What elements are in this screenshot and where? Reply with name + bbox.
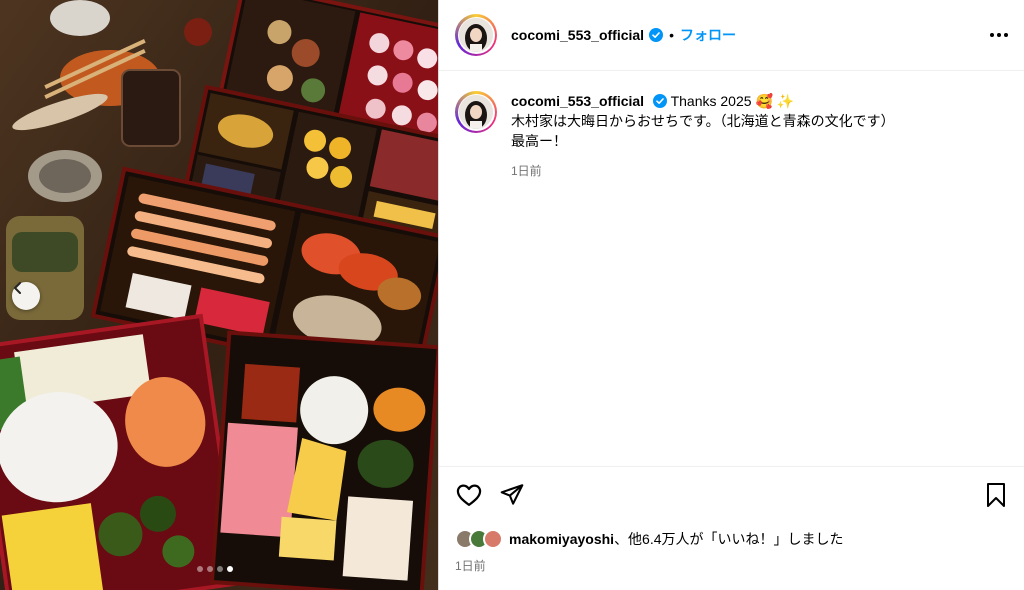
- chevron-left-icon: [14, 282, 21, 294]
- heart-icon: [456, 484, 482, 506]
- carousel-dot: [227, 566, 233, 572]
- post-photo[interactable]: [0, 0, 438, 590]
- more-horizontal-icon: [990, 33, 994, 37]
- caption-emojis: 🥰 ✨: [755, 93, 795, 109]
- share-button[interactable]: [499, 482, 525, 513]
- caption-text: cocomi_553_official Thanks 2025 🥰 ✨ 木村家は…: [511, 91, 895, 181]
- header-separator: •: [669, 27, 674, 43]
- bookmark-icon: [987, 482, 1005, 507]
- send-icon: [500, 483, 524, 505]
- caption-author-avatar[interactable]: [455, 91, 497, 133]
- carousel-dot: [217, 566, 223, 572]
- likes-count-text[interactable]: 、他6.4万人が「いいね！」しました: [614, 529, 843, 549]
- post-actions: makomiyayoshi 、他6.4万人が「いいね！」しました 1日前: [439, 466, 1024, 574]
- like-button[interactable]: [455, 481, 483, 514]
- profile-photo: [459, 18, 493, 52]
- follow-button[interactable]: フォロー: [680, 25, 736, 45]
- carousel-dot: [197, 566, 203, 572]
- caption-timestamp[interactable]: 1日前: [511, 161, 895, 181]
- author-avatar[interactable]: [455, 14, 497, 56]
- carousel-indicator: [197, 566, 233, 572]
- carousel-prev-button[interactable]: [12, 282, 40, 310]
- post-timestamp[interactable]: 1日前: [455, 557, 1008, 574]
- save-button[interactable]: [984, 482, 1008, 513]
- liker-avatars[interactable]: [455, 529, 503, 549]
- caption-line-2: 木村家は大晦日からおせちです。（北海道と青森の文化です）: [511, 113, 895, 129]
- liker-username[interactable]: makomiyayoshi: [509, 531, 614, 547]
- verified-badge-icon: [652, 94, 667, 108]
- more-options-button[interactable]: [990, 33, 1008, 37]
- verified-badge-icon: [649, 28, 664, 42]
- osechi-photo: [0, 0, 438, 590]
- likes-summary: makomiyayoshi 、他6.4万人が「いいね！」しました: [455, 529, 1008, 549]
- post-sidebar: cocomi_553_official • フォロー cocomi_553_of…: [438, 0, 1024, 590]
- caption-block: cocomi_553_official Thanks 2025 🥰 ✨ 木村家は…: [439, 71, 1024, 181]
- author-username[interactable]: cocomi_553_official: [511, 27, 644, 43]
- profile-photo: [459, 95, 493, 129]
- post-header: cocomi_553_official • フォロー: [439, 0, 1024, 71]
- post-modal: cocomi_553_official • フォロー cocomi_553_of…: [0, 0, 1024, 590]
- caption-line-3: 最高ー！: [511, 133, 567, 149]
- caption-username[interactable]: cocomi_553_official: [511, 93, 644, 109]
- caption-line-1: Thanks 2025: [670, 93, 752, 109]
- carousel-dot: [207, 566, 213, 572]
